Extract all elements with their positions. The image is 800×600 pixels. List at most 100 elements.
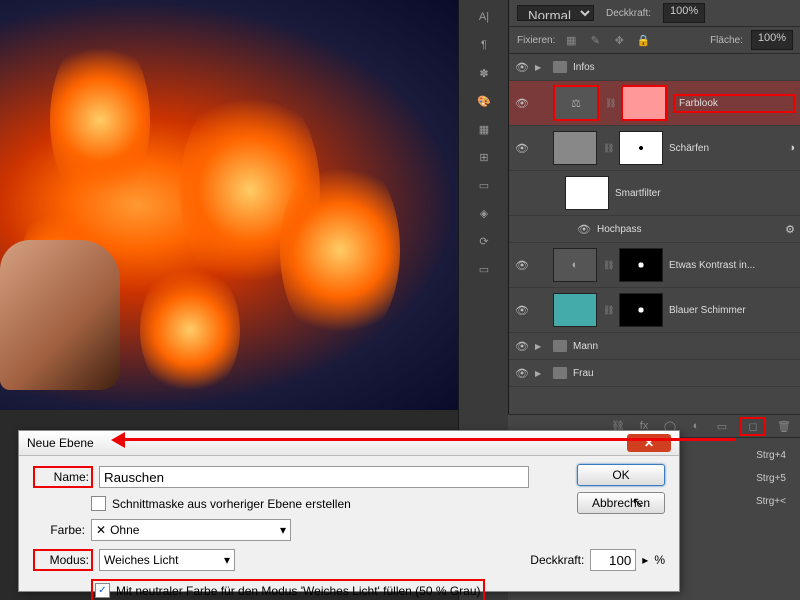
paragraph-icon[interactable]: ¶ — [470, 34, 498, 56]
folder-icon[interactable]: ▭ — [470, 174, 498, 196]
lock-row: Fixieren: ▦ ✎ ✥ 🔒 Fläche: 100% — [509, 27, 800, 54]
swatches-icon[interactable]: 🎨 — [470, 90, 498, 112]
layer-thumb[interactable] — [553, 131, 597, 165]
visibility-icon[interactable]: 👁 — [515, 97, 529, 110]
layer-name: Smartfilter — [615, 188, 795, 199]
dialog-opacity-input[interactable] — [590, 549, 636, 571]
history-icon[interactable]: ⟳ — [470, 230, 498, 252]
flame-shape — [280, 150, 400, 350]
clip-checkbox[interactable] — [91, 496, 106, 511]
type-icon[interactable]: A| — [470, 6, 498, 28]
layer-schimmer[interactable]: 👁 ⛓ Blauer Schimmer — [509, 288, 800, 333]
cancel-button[interactable]: Abbrechen — [577, 492, 665, 514]
mouse-cursor-icon: ↖ — [632, 494, 644, 511]
opacity-label: Deckkraft: — [606, 8, 651, 19]
filter-options-icon[interactable]: ⚙ — [785, 223, 795, 236]
layer-name: Infos — [573, 62, 795, 73]
name-label: Name: — [33, 466, 93, 488]
clip-label: Schnittmaske aus vorheriger Ebene erstel… — [112, 497, 351, 511]
mask-thumb[interactable] — [621, 85, 667, 121]
twirl-icon[interactable]: ▶ — [535, 63, 547, 72]
layer-farblook[interactable]: 👁 ⚖ ⛓ Farblook — [509, 81, 800, 126]
mask-thumb[interactable] — [619, 131, 663, 165]
color-select[interactable]: ✕Ohne▾ — [91, 519, 291, 541]
twirl-icon[interactable]: ▶ — [535, 342, 547, 351]
mask-thumb[interactable] — [619, 293, 663, 327]
link-icon[interactable]: ⛓ — [603, 305, 613, 316]
folder-icon — [553, 367, 567, 379]
visibility-icon[interactable]: 👁 — [515, 259, 529, 272]
folder-icon — [553, 340, 567, 352]
canvas-area — [0, 0, 458, 410]
adjustment-layer-icon[interactable]: ◐ — [688, 420, 704, 432]
name-input[interactable] — [99, 466, 529, 488]
new-group-icon[interactable]: ▭ — [714, 420, 730, 433]
folder-icon — [553, 61, 567, 73]
filter-icon[interactable]: ◑ — [788, 142, 795, 154]
neutral-checkbox[interactable]: ✓ — [95, 583, 110, 598]
twirl-icon[interactable]: ▶ — [535, 369, 547, 378]
adjustment-thumb[interactable]: ◐ — [553, 248, 597, 282]
layer-group-infos[interactable]: 👁 ▶ Infos — [509, 54, 800, 81]
visibility-icon[interactable]: 👁 — [515, 61, 529, 74]
layer-name: Hochpass — [597, 224, 779, 235]
mask-thumb[interactable] — [619, 248, 663, 282]
lock-position-icon[interactable]: ✥ — [611, 32, 627, 48]
layer-name: Blauer Schimmer — [669, 305, 795, 316]
mode-label: Modus: — [33, 549, 93, 571]
ok-button[interactable]: OK — [577, 464, 665, 486]
layer-kontrast[interactable]: 👁 ◐ ⛓ Etwas Kontrast in... — [509, 243, 800, 288]
visibility-icon[interactable]: 👁 — [515, 304, 529, 317]
layer-thumb[interactable] — [553, 293, 597, 327]
flame-shape — [140, 260, 240, 400]
link-icon[interactable]: ⛓ — [603, 260, 613, 271]
layer-group-mann[interactable]: 👁 ▶ Mann — [509, 333, 800, 360]
lock-label: Fixieren: — [517, 35, 555, 46]
filter-mask-thumb[interactable] — [565, 176, 609, 210]
opacity-arrow-icon[interactable]: ▸ — [642, 553, 648, 567]
close-icon[interactable]: ✕ — [627, 434, 671, 452]
layer-name: Frau — [573, 368, 795, 379]
dialog-opacity-label: Deckkraft: — [530, 553, 584, 567]
blend-row: Normal Deckkraft: 100% — [509, 0, 800, 27]
layer-group-frau[interactable]: 👁 ▶ Frau — [509, 360, 800, 387]
blend-mode-select[interactable]: Normal — [517, 5, 594, 21]
lock-transparent-icon[interactable]: ▦ — [563, 32, 579, 48]
visibility-icon[interactable]: 👁 — [515, 142, 529, 155]
brush-panel-icon[interactable]: ✽ — [470, 62, 498, 84]
new-layer-icon[interactable]: ◻ — [740, 417, 766, 436]
flame-shape — [50, 30, 150, 210]
lock-pixels-icon[interactable]: ✎ — [587, 32, 603, 48]
link-icon[interactable]: ⛓ — [603, 143, 613, 154]
layer-name: Schärfen — [669, 143, 782, 154]
percent-label: % — [654, 553, 665, 567]
fill-value[interactable]: 100% — [751, 30, 793, 50]
dialog-title: Neue Ebene — [27, 436, 94, 450]
layers-panel-icon[interactable]: ◈ — [470, 202, 498, 224]
grid-icon[interactable]: ▦ — [470, 118, 498, 140]
delete-layer-icon[interactable]: 🗑 — [776, 420, 792, 433]
dialog-titlebar[interactable]: Neue Ebene ✕ — [19, 431, 679, 456]
adjustment-thumb[interactable]: ⚖ — [553, 85, 599, 121]
neutral-label: Mit neutraler Farbe für den Modus 'Weich… — [116, 584, 481, 598]
layer-schaerfen[interactable]: 👁 ⛓ Schärfen ◑ — [509, 126, 800, 171]
opacity-value[interactable]: 100% — [663, 3, 705, 23]
folder2-icon[interactable]: ▭ — [470, 258, 498, 280]
visibility-icon[interactable]: 👁 — [515, 340, 529, 353]
link-icon[interactable]: ⛓ — [605, 98, 615, 109]
mode-select[interactable]: Weiches Licht▾ — [99, 549, 235, 571]
visibility-icon[interactable]: 👁 — [577, 223, 591, 236]
layers-list: 👁 ▶ Infos 👁 ⚖ ⛓ Farblook 👁 ⛓ Schärfen ◑ — [509, 54, 800, 387]
layer-hochpass[interactable]: 👁 Hochpass ⚙ — [509, 216, 800, 243]
tree-icon[interactable]: ⊞ — [470, 146, 498, 168]
lock-all-icon[interactable]: 🔒 — [635, 32, 651, 48]
new-layer-dialog: Neue Ebene ✕ Name: Schnittmaske aus vorh… — [18, 430, 680, 592]
fill-label: Fläche: — [710, 35, 743, 46]
color-label: Farbe: — [33, 523, 85, 537]
layer-name: Mann — [573, 341, 795, 352]
layer-name: Farblook — [673, 94, 795, 113]
visibility-icon[interactable]: 👁 — [515, 367, 529, 380]
portrait-hand — [0, 240, 120, 390]
layer-name: Etwas Kontrast in... — [669, 260, 795, 271]
layer-smartfilter[interactable]: Smartfilter — [509, 171, 800, 216]
